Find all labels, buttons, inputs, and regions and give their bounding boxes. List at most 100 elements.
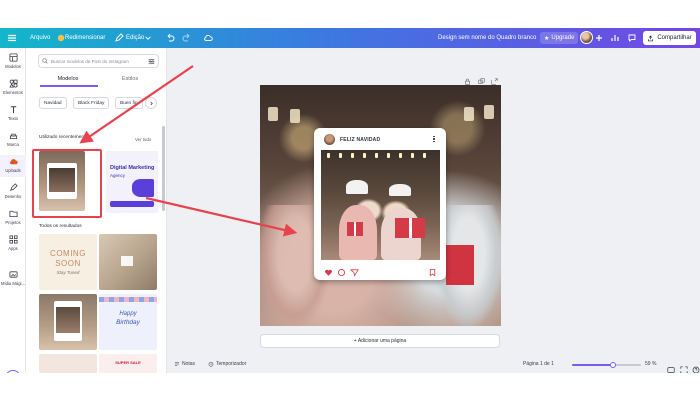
chevron-down-icon[interactable] [144, 32, 152, 44]
rail-item-uploads[interactable]: Uploads [0, 155, 26, 177]
text-icon [10, 106, 16, 114]
light-bulb [339, 153, 342, 158]
expand-icon[interactable] [491, 72, 498, 85]
instagram-post-frame[interactable]: FELIZ NAVIDAD [314, 128, 446, 280]
bookmark-icon[interactable] [428, 264, 437, 277]
template-thumbnail-coming-soon[interactable]: COMING SOON Stay Tuned [39, 234, 97, 290]
template-thumbnail-marketing[interactable]: Digital Marketing Agency [106, 151, 158, 213]
hamburger-menu-icon[interactable] [6, 32, 18, 44]
thumb-frame [54, 301, 82, 341]
rail-item-draw[interactable]: Desenho [0, 181, 26, 203]
thumb-bar [110, 201, 154, 207]
rail-item-elements[interactable]: Elementos [0, 77, 26, 99]
winter-hat [389, 184, 411, 196]
cloud-save-icon[interactable] [202, 32, 214, 44]
redo-icon[interactable] [181, 32, 193, 44]
rail-item-magic-media[interactable]: Mídia Mági... [0, 268, 26, 290]
share-button[interactable]: Compartilhar [643, 31, 696, 45]
rail-item-projects[interactable]: Projetos [0, 207, 26, 229]
light-bulb [363, 153, 366, 158]
analytics-icon[interactable] [609, 32, 621, 44]
recent-heading: Utilizado recentemente [39, 135, 89, 140]
light-bulb [351, 153, 354, 158]
lock-icon[interactable] [464, 72, 471, 85]
rail-label: Apps [8, 246, 18, 251]
apps-icon [8, 235, 18, 244]
add-collaborator-icon[interactable] [593, 32, 605, 44]
rail-item-templates[interactable]: Modelos [0, 51, 26, 73]
thumb-title: SUPER SALE [115, 360, 141, 365]
template-thumbnail-photo[interactable] [99, 234, 157, 290]
upgrade-button[interactable]: ★ Upgrade [540, 32, 579, 44]
user-avatar[interactable] [580, 31, 593, 44]
duplicate-icon[interactable] [478, 72, 485, 84]
highlight-box [32, 149, 102, 218]
timer-label: Temporizador [216, 361, 247, 367]
zoom-slider-handle[interactable] [609, 362, 616, 368]
comment-icon[interactable] [626, 32, 638, 44]
zoom-level[interactable]: 59 % [645, 361, 656, 367]
thumb-subtitle: Agency [110, 173, 126, 178]
layout-icon [8, 53, 18, 62]
rail-label: Desenho [4, 194, 22, 199]
pages-view-icon[interactable] [667, 361, 675, 373]
fullscreen-icon[interactable] [680, 361, 688, 373]
file-menu-button[interactable]: Arquivo [30, 33, 50, 43]
thumb-frame [121, 256, 133, 266]
results-heading: Todos os resultados [39, 224, 82, 229]
add-page-button[interactable]: + Adicionar uma página [260, 334, 500, 348]
chip-filter[interactable]: Buen fin [115, 97, 143, 109]
thumb-title: Happy [119, 311, 137, 317]
chevron-right-icon [150, 101, 153, 105]
rail-label: Texto [7, 116, 18, 121]
top-bar: Arquivo Redimensionar Edição Design sem … [0, 28, 700, 48]
zoom-slider[interactable] [572, 362, 641, 368]
gift-box [347, 222, 363, 236]
template-thumbnail-sale[interactable]: SUPER SALE [99, 354, 157, 373]
light-bulb [464, 107, 474, 121]
template-thumbnail-birthday[interactable]: Happy Birthday [99, 294, 157, 350]
post-photo[interactable] [321, 150, 440, 260]
page-indicator[interactable]: Página 1 de 1 [523, 361, 554, 367]
help-icon[interactable] [692, 361, 700, 373]
rail-item-text[interactable]: Texto [0, 103, 26, 125]
design-artboard[interactable]: FELIZ NAVIDAD [260, 85, 501, 326]
undo-icon[interactable] [164, 32, 176, 44]
rail-label: Projetos [5, 220, 21, 225]
rail-item-brand[interactable]: Marca [0, 129, 26, 151]
panel-scrollbar[interactable] [162, 126, 165, 211]
chip-filter[interactable]: Navidad [39, 97, 67, 109]
search-placeholder: Buscar modelos de Post do Instagram [51, 58, 129, 64]
see-all-link[interactable]: Ver tudo [135, 137, 151, 142]
resize-button[interactable]: Redimensionar [65, 33, 105, 43]
template-thumbnail-instagram[interactable] [39, 294, 97, 350]
thumb-photo [56, 307, 80, 333]
light-bulb [484, 105, 494, 119]
filter-icon[interactable] [148, 58, 155, 65]
light-bulb [268, 107, 278, 121]
more-options-icon[interactable] [432, 136, 436, 144]
tab-templates[interactable]: Modelos [38, 76, 98, 82]
chips-next-button[interactable] [145, 97, 157, 109]
template-search-input[interactable]: Buscar modelos de Post do Instagram [38, 54, 159, 68]
comment-icon[interactable] [337, 264, 346, 277]
magic-assistant-button[interactable] [5, 370, 21, 373]
profile-avatar [324, 134, 335, 145]
notes-button[interactable]: Notas [174, 361, 195, 367]
tab-styles[interactable]: Estilos [100, 76, 160, 82]
thumb-title: SOON [55, 259, 81, 268]
chip-filter[interactable]: Black Friday [73, 97, 110, 109]
crown-icon: ★ [544, 35, 550, 42]
light-bulb [387, 153, 390, 158]
light-bulb [423, 153, 426, 158]
edit-mode-button[interactable]: Edição [126, 33, 144, 43]
upload-cloud-icon [9, 159, 18, 165]
rail-item-apps[interactable]: Apps [0, 233, 26, 255]
zoom-slider-fill [572, 364, 613, 366]
heart-icon[interactable] [324, 264, 333, 276]
send-icon[interactable] [349, 264, 359, 277]
winter-hat [346, 180, 368, 194]
template-thumbnail-partial[interactable] [39, 354, 97, 373]
design-title[interactable]: Design sem nome do Quadro branco [438, 33, 536, 43]
timer-button[interactable]: Temporizador [208, 361, 246, 367]
